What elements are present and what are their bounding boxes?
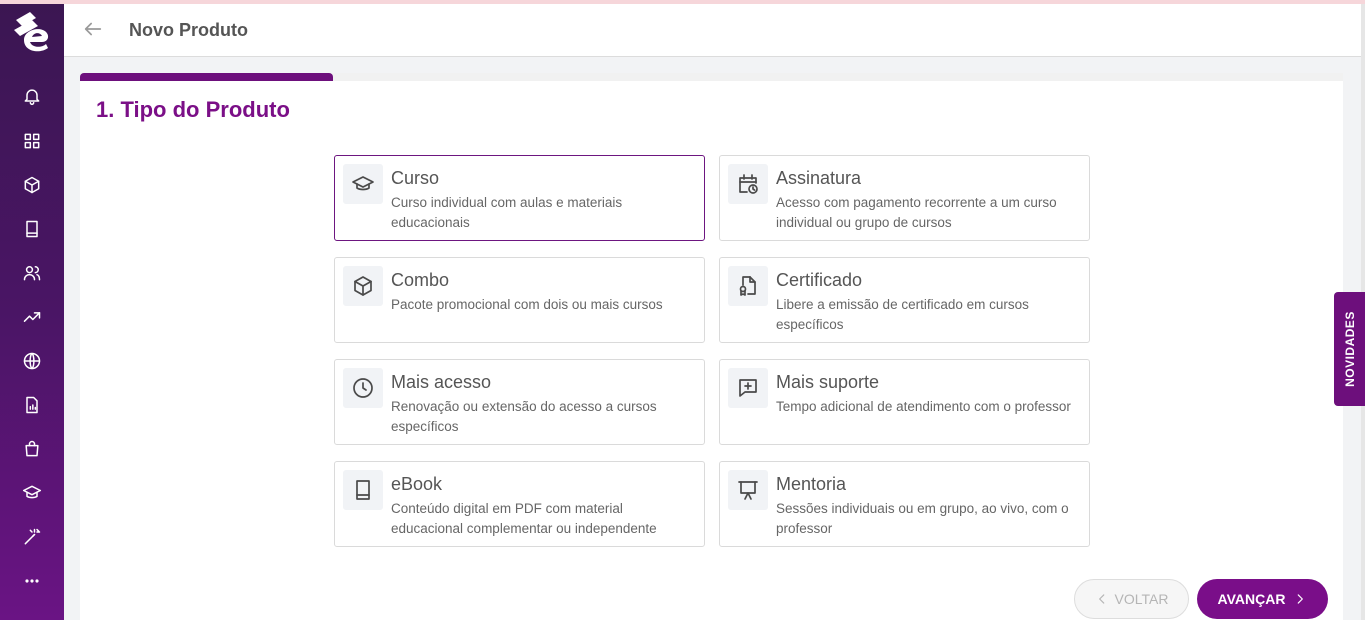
progress-bar — [80, 73, 1343, 81]
product-type-card-certificado[interactable]: Certificado Libere a emissão de certific… — [719, 257, 1090, 343]
message-plus-icon — [728, 368, 768, 408]
card-title: Assinatura — [776, 168, 862, 188]
card-title: Mais suporte — [776, 372, 880, 392]
product-type-card-assinatura[interactable]: Assinatura Acesso com pagamento recorren… — [719, 155, 1090, 241]
presentation-icon — [728, 470, 768, 510]
logo-icon[interactable] — [10, 10, 54, 54]
card-title: eBook — [391, 474, 443, 494]
product-type-card-combo[interactable]: Combo Pacote promocional com dois ou mai… — [334, 257, 705, 343]
next-button-label: AVANÇAR — [1217, 591, 1286, 607]
clock-icon — [343, 368, 383, 408]
box-icon — [343, 266, 383, 306]
card-title: Combo — [391, 270, 450, 290]
card-title: Curso — [391, 168, 440, 188]
certificate-icon — [728, 266, 768, 306]
card-description: Conteúdo digital em PDF com material edu… — [391, 501, 657, 536]
page-header: Novo Produto — [64, 4, 1361, 57]
wizard-panel: 1. Tipo do Produto Curso Curso individua… — [80, 73, 1343, 620]
graduation-cap-icon — [343, 164, 383, 204]
novidades-tab[interactable]: NOVIDADES — [1334, 292, 1365, 406]
card-title: Mais acesso — [391, 372, 492, 392]
trending-up-icon[interactable] — [20, 305, 44, 329]
back-button-label: VOLTAR — [1114, 591, 1169, 607]
product-type-card-ebook[interactable]: eBook Conteúdo digital em PDF com materi… — [334, 461, 705, 547]
card-description: Pacote promocional com dois ou mais curs… — [391, 297, 663, 312]
bell-icon[interactable] — [20, 84, 44, 108]
product-type-card-mais-suporte[interactable]: Mais suporte Tempo adicional de atendime… — [719, 359, 1090, 445]
page-title: Novo Produto — [129, 20, 248, 40]
chevron-right-icon — [1298, 594, 1304, 604]
card-title: Mentoria — [776, 474, 847, 494]
globe-icon[interactable] — [20, 349, 44, 373]
graduation-cap-icon[interactable] — [20, 481, 44, 505]
novidades-label: NOVIDADES — [1342, 311, 1357, 387]
sidebar — [0, 4, 64, 620]
progress-fill — [80, 73, 333, 81]
next-button[interactable]: AVANÇAR — [1197, 579, 1328, 619]
shopping-bag-icon[interactable] — [20, 437, 44, 461]
grid-icon[interactable] — [20, 129, 44, 153]
card-description: Tempo adicional de atendimento com o pro… — [776, 399, 1071, 414]
product-type-card-curso[interactable]: Curso Curso individual com aulas e mater… — [334, 155, 705, 241]
card-description: Renovação ou extensão do acesso a cursos… — [391, 399, 657, 434]
step-title: 1. Tipo do Produto — [96, 97, 290, 122]
users-icon[interactable] — [20, 261, 44, 285]
card-description: Curso individual com aulas e materiais e… — [391, 195, 623, 230]
back-arrow-icon[interactable] — [82, 18, 106, 42]
product-type-card-mais-acesso[interactable]: Mais acesso Renovação ou extensão do ace… — [334, 359, 705, 445]
more-icon[interactable] — [20, 569, 44, 593]
product-type-card-mentoria[interactable]: Mentoria Sessões individuais ou em grupo… — [719, 461, 1090, 547]
report-icon[interactable] — [20, 393, 44, 417]
magic-wand-icon[interactable] — [20, 525, 44, 549]
card-description: Sessões individuais ou em grupo, ao vivo… — [776, 501, 1069, 536]
book-icon[interactable] — [20, 217, 44, 241]
card-title: Certificado — [776, 270, 863, 290]
card-description: Libere a emissão de certificado em curso… — [776, 297, 1029, 332]
chevron-left-icon — [1098, 594, 1104, 604]
calendar-clock-icon — [728, 164, 768, 204]
box-icon[interactable] — [20, 173, 44, 197]
card-description: Acesso com pagamento recorrente a um cur… — [776, 195, 1057, 230]
back-button[interactable]: VOLTAR — [1074, 579, 1189, 619]
book-icon — [343, 470, 383, 510]
